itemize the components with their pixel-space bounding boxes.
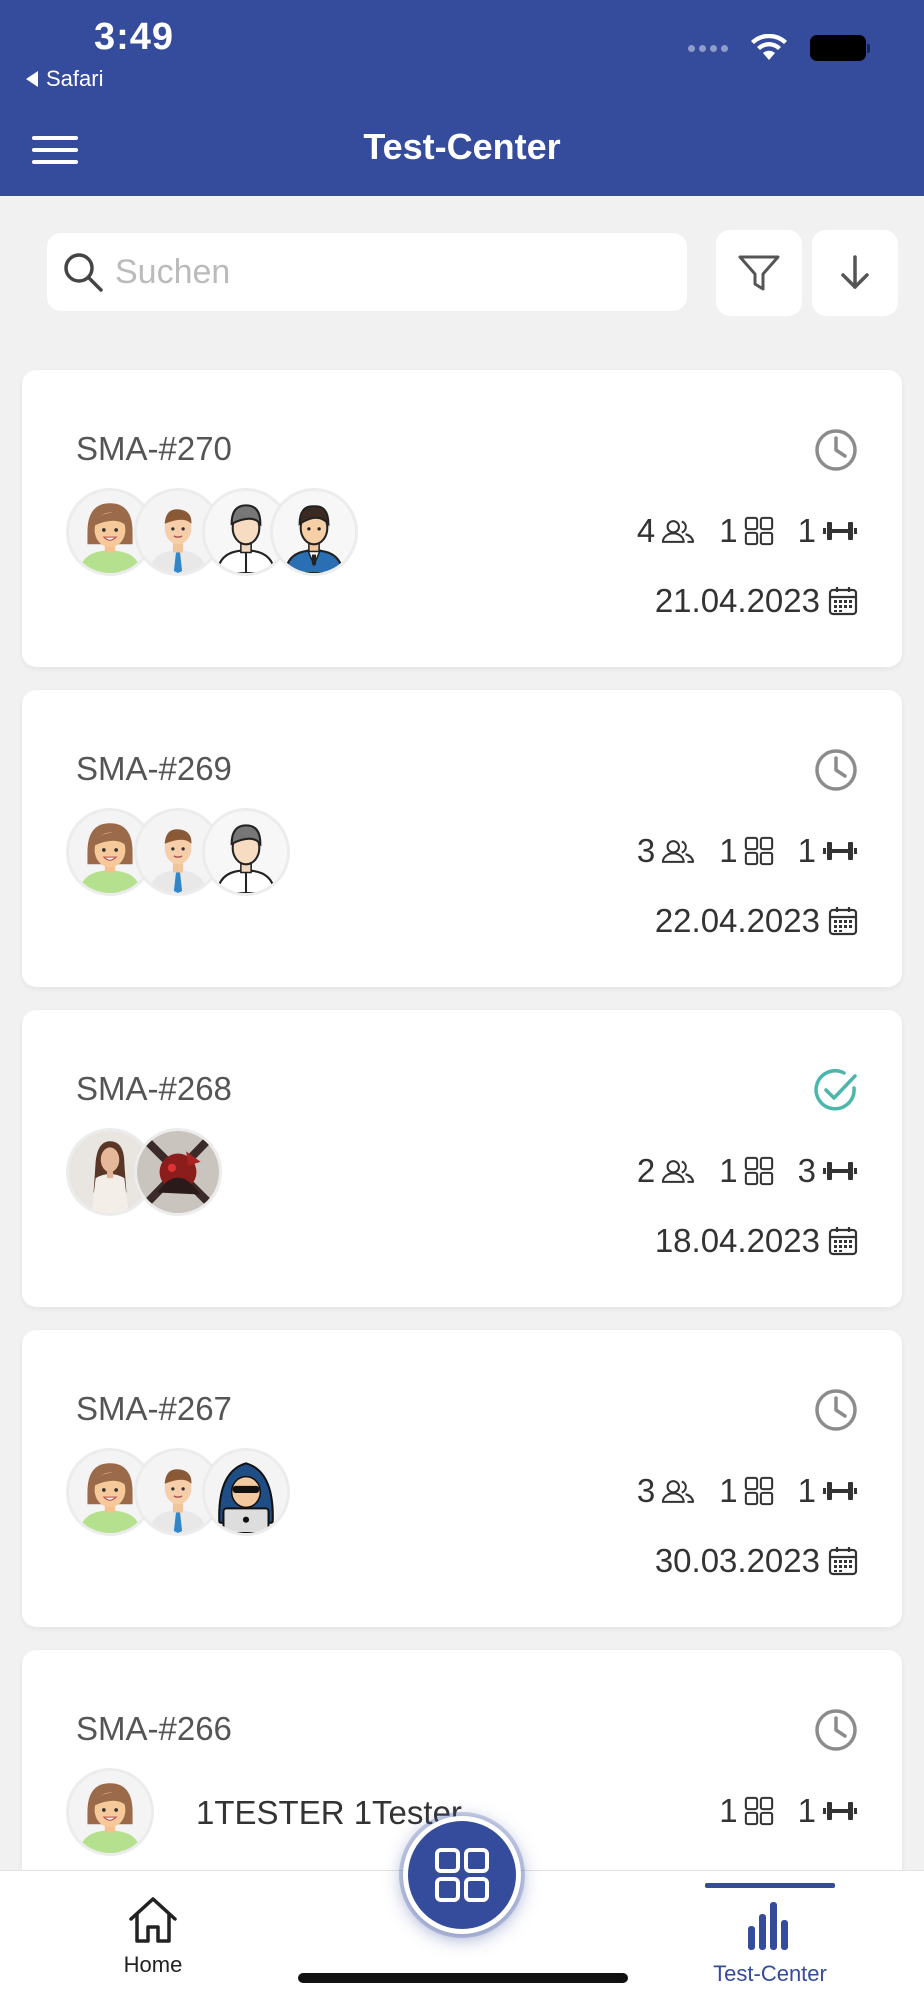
nav-test-center-label: Test-Center — [713, 1961, 827, 1986]
status-icons — [688, 34, 870, 62]
date-value: 21.04.2023 — [654, 582, 820, 619]
test-id: SMA-#266 — [76, 1710, 232, 1747]
device-count: 1 — [719, 1152, 738, 1189]
hacker-avatar — [202, 1448, 290, 1536]
test-card-270[interactable]: SMA-#270 4 1 1 21.04.2023 — [22, 370, 902, 667]
filter-icon — [738, 255, 780, 291]
test-count: 1 — [797, 1792, 816, 1829]
grid-icon — [744, 1476, 774, 1506]
test-count: 3 — [797, 1152, 816, 1189]
test-date: 21.04.2023 — [655, 582, 858, 620]
tester-count: 4 — [636, 512, 656, 549]
calendar-icon — [828, 1546, 858, 1576]
arrow-down-icon — [841, 255, 869, 289]
people-icon — [661, 518, 695, 545]
back-triangle-icon — [26, 71, 38, 87]
test-count: 1 — [797, 832, 816, 869]
dashboard-fab-button[interactable] — [403, 1816, 521, 1934]
calendar-icon — [828, 906, 858, 936]
home-indicator — [298, 1973, 628, 1983]
device-count: 1 — [719, 832, 738, 869]
tester-count: 2 — [636, 1152, 656, 1189]
filter-button[interactable] — [716, 230, 802, 316]
dumbbell-icon — [822, 519, 858, 543]
test-count: 1 — [797, 512, 816, 549]
check-circle-icon — [814, 1068, 858, 1112]
clock-icon — [814, 428, 858, 472]
test-stats: 1 1 — [719, 1792, 858, 1830]
test-stats: 4 1 1 — [637, 512, 858, 550]
grid-icon — [435, 1848, 489, 1902]
test-stats: 2 1 3 — [637, 1152, 858, 1190]
dumbbell-icon — [822, 1159, 858, 1183]
tester-count: 3 — [636, 832, 656, 869]
date-value: 18.04.2023 — [654, 1222, 820, 1259]
calendar-icon — [828, 586, 858, 616]
test-stats: 3 1 1 — [637, 832, 858, 870]
grid-icon — [744, 836, 774, 866]
grid-icon — [744, 516, 774, 546]
people-icon — [661, 1158, 695, 1185]
back-to-safari[interactable]: Safari — [26, 66, 103, 92]
tester-avatars — [66, 808, 290, 896]
tester-name: 1TESTER 1Tester — [196, 1794, 462, 1831]
bar-chart-icon — [748, 1902, 788, 1950]
grid-icon — [744, 1796, 774, 1826]
grey-man-avatar — [202, 808, 290, 896]
page-title: Test-Center — [363, 126, 561, 167]
photo-warrior-avatar — [134, 1128, 222, 1216]
test-date: 22.04.2023 — [655, 902, 858, 940]
dumbbell-icon — [822, 1799, 858, 1823]
home-icon — [129, 1897, 177, 1943]
suit-man-avatar — [270, 488, 358, 576]
test-id: SMA-#267 — [76, 1390, 232, 1427]
search-field[interactable] — [47, 233, 687, 311]
woman-avatar — [66, 1768, 154, 1856]
search-icon — [64, 253, 103, 292]
clock-icon — [814, 1708, 858, 1752]
dumbbell-icon — [822, 839, 858, 863]
tester-avatars — [66, 1768, 154, 1856]
active-tab-indicator — [705, 1883, 835, 1888]
grid-icon — [744, 1156, 774, 1186]
tester-avatars — [66, 488, 358, 576]
tester-avatars — [66, 1448, 290, 1536]
test-stats: 3 1 1 — [637, 1472, 858, 1510]
test-id: SMA-#269 — [76, 750, 232, 787]
clock-icon — [814, 1388, 858, 1432]
test-id: SMA-#268 — [76, 1070, 232, 1107]
people-icon — [661, 1478, 695, 1505]
device-count: 1 — [719, 1472, 738, 1509]
test-date: 18.04.2023 — [655, 1222, 858, 1260]
back-app-label: Safari — [46, 66, 104, 91]
test-count: 1 — [797, 1472, 816, 1509]
date-value: 30.03.2023 — [654, 1542, 820, 1579]
nav-test-center[interactable]: Test-Center — [702, 1871, 838, 1987]
date-value: 22.04.2023 — [654, 902, 820, 939]
test-date: 30.03.2023 — [655, 1542, 858, 1580]
dumbbell-icon — [822, 1479, 858, 1503]
test-card-268[interactable]: SMA-#268 2 1 3 18.04.2023 — [22, 1010, 902, 1307]
sort-button[interactable] — [812, 230, 898, 316]
search-input[interactable] — [115, 252, 655, 292]
test-id: SMA-#270 — [76, 430, 232, 467]
nav-home[interactable]: Home — [110, 1895, 196, 1978]
calendar-icon — [828, 1226, 858, 1256]
people-icon — [661, 838, 695, 865]
wifi-icon — [751, 34, 787, 60]
tester-avatars — [66, 1128, 222, 1216]
clock-icon — [814, 748, 858, 792]
nav-home-label: Home — [123, 1952, 183, 1977]
test-card-269[interactable]: SMA-#269 3 1 1 22.04.2023 — [22, 690, 902, 987]
device-count: 1 — [719, 512, 738, 549]
tester-count: 3 — [636, 1472, 656, 1509]
battery-icon — [810, 35, 870, 61]
signal-icon — [688, 44, 728, 52]
test-card-267[interactable]: SMA-#267 3 1 1 30.03.2023 — [22, 1330, 902, 1627]
device-count: 1 — [719, 1792, 738, 1829]
status-time: 3:49 — [94, 16, 175, 58]
app-header: 3:49 Safari Test-Center — [0, 0, 924, 196]
